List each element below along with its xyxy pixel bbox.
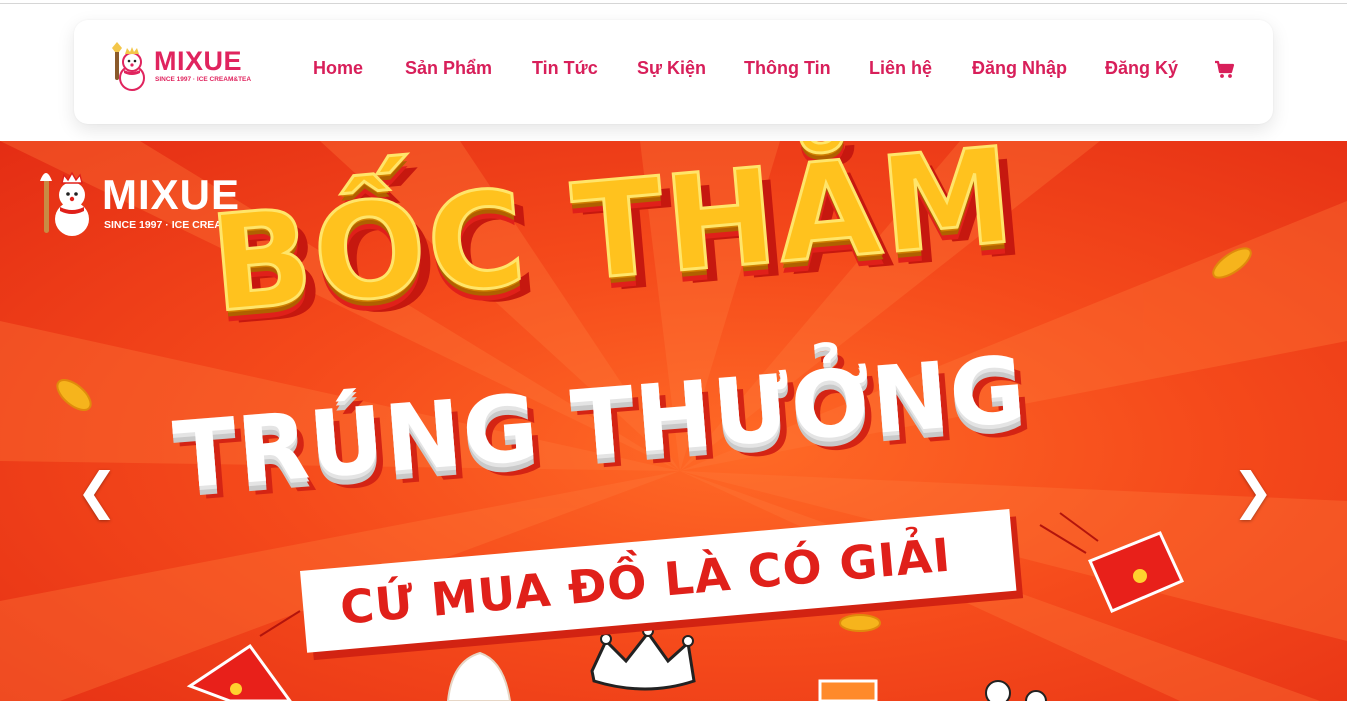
site-header: MIXUE SINCE 1997 · ICE CREAM&TEA Home Sả…: [74, 20, 1273, 124]
carousel-prev-button[interactable]: ❮: [76, 461, 118, 521]
snowman-mascot-icon: [112, 42, 145, 91]
shopping-cart-icon[interactable]: [1214, 60, 1236, 80]
red-envelope-icon: [1039, 512, 1185, 613]
nav-contact[interactable]: Liên hệ: [869, 58, 932, 79]
carousel-next-button[interactable]: ❯: [1232, 461, 1274, 521]
nav-events[interactable]: Sự Kiện: [637, 58, 706, 79]
nav-login[interactable]: Đăng Nhập: [972, 58, 1067, 79]
nav-info[interactable]: Thông Tin: [744, 58, 831, 79]
nav-home[interactable]: Home: [313, 58, 363, 79]
pearl-icon: [985, 680, 1047, 701]
nav-register[interactable]: Đăng Ký: [1105, 58, 1178, 79]
crown-icon: [590, 625, 696, 691]
coin-icon: [56, 379, 92, 411]
brand-tagline: SINCE 1997 · ICE CREAM&TEA: [155, 76, 252, 83]
nav-news[interactable]: Tin Tức: [532, 58, 598, 79]
ice-cream-icon: [446, 651, 512, 701]
red-envelope-icon: [186, 610, 301, 701]
coin-icon: [1212, 247, 1252, 279]
top-divider: [0, 3, 1347, 4]
nav-products[interactable]: Sản Phẩm: [405, 58, 492, 79]
gift-box-icon: [818, 679, 878, 701]
coin-icon: [839, 614, 881, 632]
brand-logo[interactable]: MIXUE SINCE 1997 · ICE CREAM&TEA: [110, 42, 260, 92]
hero-banner: MIXUE SINCE 1997 · ICE CREAM & TEA BỐC T…: [0, 141, 1347, 701]
brand-name: MIXUE: [154, 46, 243, 76]
